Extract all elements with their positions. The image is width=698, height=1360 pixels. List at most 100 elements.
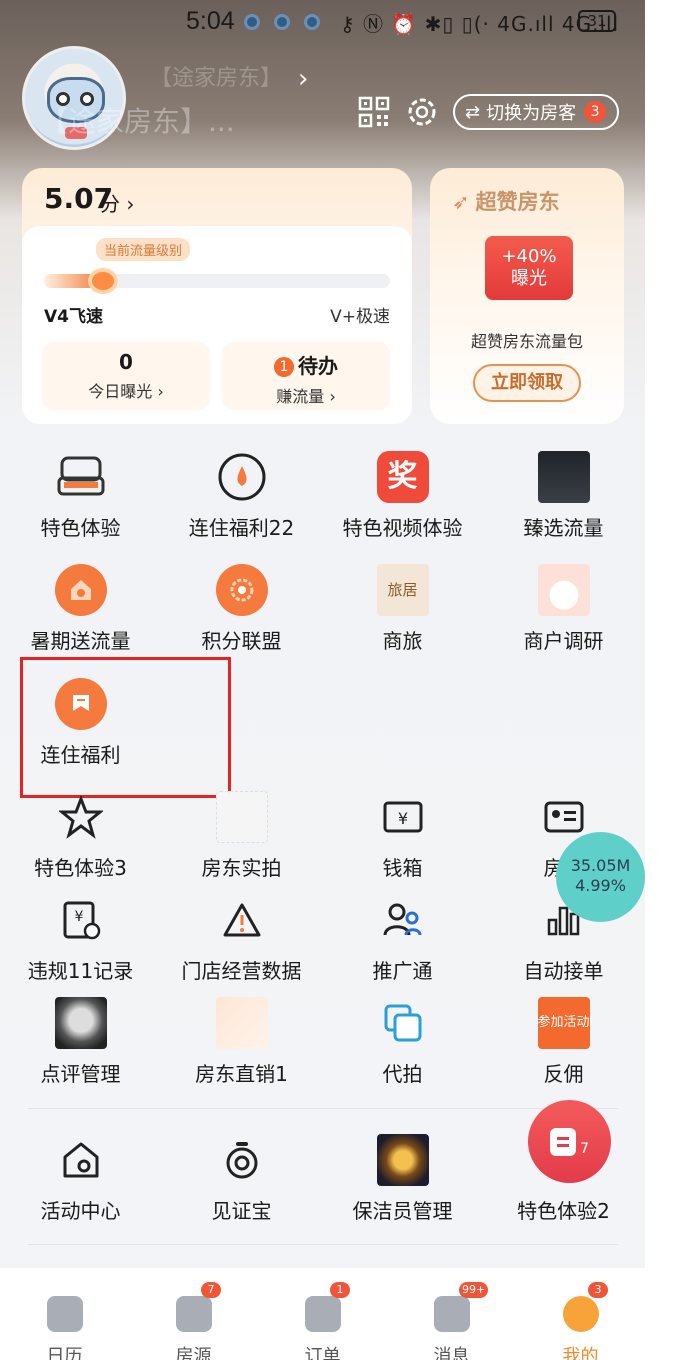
house-gear-icon — [54, 1133, 108, 1187]
switch-to-guest-button[interactable]: ⇄ 切换为房客 3 — [453, 94, 619, 130]
grid-item-violation-records[interactable]: ¥ 违规11记录 — [0, 893, 161, 984]
grid-item-stay-benefit-22[interactable]: 连住福利22 — [161, 450, 322, 541]
chat-icon — [433, 1296, 470, 1332]
grid-item-store-data[interactable]: 门店经营数据 — [161, 893, 322, 984]
rabbit-icon — [537, 564, 590, 616]
messages-badge: 99+ — [459, 1282, 489, 1298]
photo-thumbnail-icon — [215, 791, 268, 843]
grid-item-witness-treasure[interactable]: 见证宝 — [161, 1133, 322, 1224]
direct-sales-icon — [215, 997, 268, 1049]
grid-item-feature-experience-3[interactable]: 特色体验3 — [0, 790, 161, 881]
claim-now-button[interactable]: 立即领取 — [473, 364, 581, 402]
grid-item-activity-center[interactable]: 活动中心 — [0, 1133, 161, 1224]
grid-item-money-box[interactable]: ¥ 钱箱 — [322, 790, 483, 881]
rocket-icon: ➶ — [452, 190, 470, 214]
bed-icon — [54, 450, 108, 504]
score-unit: 分 › — [100, 192, 135, 216]
bottom-nav: 日历 7 房源 1 订单 99+ 消息 3 我的 — [0, 1268, 645, 1360]
nav-item-calendar[interactable]: 日历 — [0, 1268, 129, 1360]
chevron-right-icon[interactable]: › — [298, 64, 308, 94]
grid-item-cleaner-management[interactable]: 保洁员管理 — [322, 1133, 483, 1224]
nav-item-messages[interactable]: 99+ 消息 — [387, 1268, 516, 1360]
points-badge-icon — [215, 564, 268, 616]
performance-overlay[interactable]: 35.05M 4.99% — [556, 832, 645, 922]
fab-count: 7 — [580, 1140, 589, 1157]
outside-margin — [645, 0, 698, 1360]
todo-title: 待办 — [298, 354, 338, 378]
grid-item-proxy-shooting[interactable]: 代拍 — [322, 996, 483, 1087]
rocket-icon — [88, 268, 118, 294]
todo-badge: 1 — [274, 357, 294, 377]
status-bar: 5:04 ⚷ Ⓝ ⏰ ✱▯ ▯(· 4G.ıll 4G.ıll 31 — [0, 0, 645, 44]
receipt-icon: ¥ — [54, 893, 108, 947]
house-icon — [175, 1296, 212, 1332]
nickname-truncated[interactable]: 【途家房东】... — [40, 100, 235, 140]
nav-item-listings[interactable]: 7 房源 — [129, 1268, 258, 1360]
battery-icon: 31 — [578, 10, 616, 32]
grid-item-business-travel[interactable]: 旅居 商旅 — [322, 563, 483, 654]
reward-icon: 奖 — [376, 451, 429, 503]
timer-icon — [215, 450, 269, 504]
app-screen: 5:04 ⚷ Ⓝ ⏰ ✱▯ ▯(· 4G.ıll 4G.ıll 31 【途家房东… — [0, 0, 645, 1360]
orders-badge: 1 — [330, 1282, 350, 1298]
coupon-label: 曝光 — [511, 268, 547, 289]
screenshot-thumbnail-icon — [537, 451, 590, 503]
grid-item-feature-experience[interactable]: 特色体验 — [0, 450, 161, 541]
score-card[interactable]: 5.07 分 › 当前流量级别 V4飞速 V+极速 0 今日曝光 › 1 待办 赚… — [22, 168, 412, 424]
wallet-icon: ¥ — [376, 790, 430, 844]
calendar-icon — [46, 1296, 83, 1332]
coupon-percent: +40% — [501, 246, 557, 267]
todo-label: 赚流量 › — [276, 387, 336, 406]
qr-code-icon[interactable] — [358, 96, 390, 128]
nickname[interactable]: 【途家房东】 — [150, 60, 282, 92]
promo-description: 超赞房东流量包 — [470, 332, 583, 351]
highlight-box — [20, 657, 231, 798]
switch-label: 切换为房客 — [486, 103, 577, 124]
house-coin-icon — [54, 564, 107, 616]
grid-item-feature-video[interactable]: 奖 特色视频体验 — [322, 450, 483, 541]
order-icon — [304, 1296, 341, 1332]
grid-item-points-alliance[interactable]: 积分联盟 — [161, 563, 322, 654]
svg-text:¥: ¥ — [397, 809, 407, 828]
star-icon — [54, 790, 108, 844]
gear-icon[interactable] — [404, 94, 440, 130]
status-time: 5:04 — [186, 7, 235, 35]
floating-todo-button[interactable]: 7 — [528, 1100, 611, 1183]
listings-badge: 7 — [201, 1282, 221, 1298]
grid-item-host-direct-sales[interactable]: 房东直销1 — [161, 996, 322, 1087]
switch-badge: 3 — [584, 101, 607, 123]
super-host-card[interactable]: ➶ 超赞房东 +40% 曝光 超赞房东流量包 立即领取 — [430, 168, 624, 424]
todo-box[interactable]: 1 待办 赚流量 › — [222, 342, 390, 410]
copy-icon — [376, 996, 430, 1050]
section-divider — [28, 1244, 618, 1245]
grid-item-summer-traffic[interactable]: 暑期送流量 — [0, 563, 161, 654]
today-exposure-value: 0 — [119, 350, 133, 374]
grid-item-premium-traffic[interactable]: 臻选流量 — [483, 450, 644, 541]
business-travel-icon: 旅居 — [376, 564, 429, 616]
grid-item-host-photos[interactable]: 房东实拍 — [161, 790, 322, 881]
dog-photo-icon — [54, 997, 107, 1049]
grid-item-merchant-survey[interactable]: 商户调研 — [483, 563, 644, 654]
level-next: V+极速 — [330, 307, 390, 327]
exposure-coupon: +40% 曝光 — [485, 236, 573, 300]
nav-item-me[interactable]: 3 我的 — [516, 1268, 645, 1360]
user-icon — [562, 1296, 599, 1332]
swap-icon: ⇄ — [465, 101, 481, 123]
camera-lens-icon — [215, 1133, 269, 1187]
document-icon — [550, 1127, 577, 1156]
level-tag: 当前流量级别 — [96, 238, 191, 261]
level-current: V4飞速 — [44, 307, 103, 327]
warning-icon — [215, 893, 269, 947]
today-exposure-box[interactable]: 0 今日曝光 › — [42, 342, 210, 410]
nav-item-orders[interactable]: 1 订单 — [258, 1268, 387, 1360]
cleaner-thumbnail-icon — [376, 1134, 429, 1186]
users-icon — [376, 893, 430, 947]
grid-item-promotion[interactable]: 推广通 — [322, 893, 483, 984]
grid-item-review-management[interactable]: 点评管理 — [0, 996, 161, 1087]
grid-item-rebate[interactable]: 参加活动 反佣 — [483, 996, 644, 1087]
notification-icons — [244, 14, 320, 30]
today-exposure-label: 今日曝光 › — [88, 382, 164, 401]
join-activity-icon: 参加活动 — [537, 997, 590, 1049]
me-badge: 3 — [588, 1282, 608, 1298]
promo-title: ➶ 超赞房东 — [452, 190, 560, 214]
